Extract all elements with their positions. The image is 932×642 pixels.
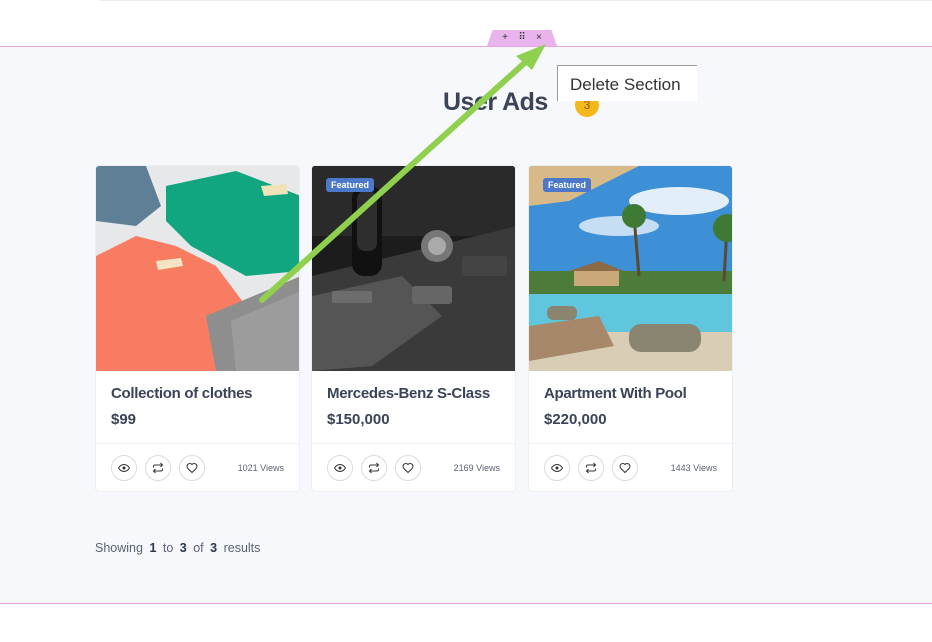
page-title: User Ads <box>443 88 548 116</box>
card-divider <box>96 443 299 444</box>
view-button[interactable] <box>111 455 137 481</box>
card-actions <box>544 455 638 481</box>
range-to: 3 <box>179 541 187 555</box>
favorite-button[interactable] <box>612 455 638 481</box>
delete-section-tooltip: Delete Section <box>557 65 697 101</box>
plus-icon[interactable]: + <box>502 30 508 46</box>
drag-handle-icon[interactable]: ⠿ <box>518 30 525 46</box>
ad-image-clothes[interactable] <box>96 166 299 371</box>
view-button[interactable] <box>327 455 353 481</box>
showing-label: Showing <box>95 541 143 555</box>
range-from: 1 <box>149 541 157 555</box>
top-divider <box>100 0 932 1</box>
ad-image-mercedes[interactable]: Featured <box>312 166 515 371</box>
featured-badge: Featured <box>543 178 592 192</box>
range-total: 3 <box>210 541 218 555</box>
heart-icon <box>402 463 414 474</box>
ad-card-clothes[interactable]: Collection of clothes $99 1021 Views <box>95 165 300 492</box>
ad-card-mercedes[interactable]: Featured Mercedes-Benz S-Class $150,000 … <box>311 165 516 492</box>
ad-title[interactable]: Collection of clothes <box>111 385 253 402</box>
view-count: 2169 Views <box>453 463 500 473</box>
heart-icon <box>186 463 198 474</box>
ad-price: $99 <box>111 411 137 428</box>
compare-button[interactable] <box>361 455 387 481</box>
card-divider <box>529 443 732 444</box>
view-button[interactable] <box>544 455 570 481</box>
favorite-button[interactable] <box>395 455 421 481</box>
ad-price: $150,000 <box>327 411 390 428</box>
compare-icon <box>368 462 380 474</box>
card-actions <box>327 455 421 481</box>
compare-icon <box>585 462 597 474</box>
compare-button[interactable] <box>145 455 171 481</box>
eye-icon <box>334 463 346 473</box>
favorite-button[interactable] <box>179 455 205 481</box>
eye-icon <box>118 463 130 473</box>
heart-icon <box>619 463 631 474</box>
compare-button[interactable] <box>578 455 604 481</box>
section-toolbar: + ⠿ × <box>487 30 557 46</box>
results-label: results <box>223 541 261 555</box>
ad-title[interactable]: Mercedes-Benz S-Class <box>327 385 490 402</box>
results-summary: Showing 1 to 3 of 3 results <box>95 541 260 555</box>
of-label: of <box>193 541 204 555</box>
card-actions <box>111 455 205 481</box>
eye-icon <box>551 463 563 473</box>
ad-image-apartment[interactable]: Featured <box>529 166 732 371</box>
featured-badge: Featured <box>326 178 375 192</box>
view-count: 1443 Views <box>670 463 717 473</box>
to-label: to <box>162 541 174 555</box>
close-icon[interactable]: × <box>536 30 542 46</box>
view-count: 1021 Views <box>237 463 284 473</box>
ad-price: $220,000 <box>544 411 607 428</box>
card-divider <box>312 443 515 444</box>
compare-icon <box>152 462 164 474</box>
ad-title[interactable]: Apartment With Pool <box>544 385 687 402</box>
ad-card-apartment[interactable]: Featured Apartment With Pool $220,000 14… <box>528 165 733 492</box>
top-strip <box>0 0 932 46</box>
section-header: User Ads <box>0 88 932 128</box>
